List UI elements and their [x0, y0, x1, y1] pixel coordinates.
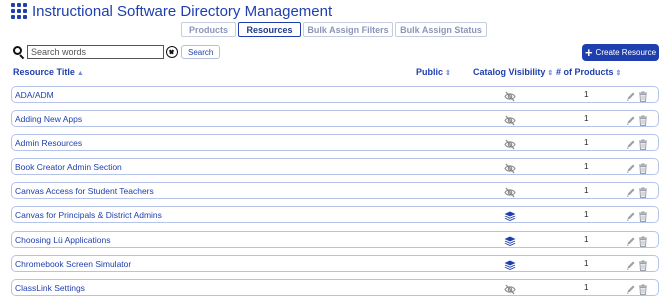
tab-resources[interactable]: Resources — [238, 22, 301, 37]
tab-bar: Products Resources Bulk Assign Filters B… — [181, 22, 489, 37]
pencil-icon[interactable] — [626, 258, 636, 270]
pencil-icon[interactable] — [626, 137, 636, 150]
tab-bulk-assign-status[interactable]: Bulk Assign Status — [395, 22, 487, 37]
eye-slash-icon — [504, 113, 516, 126]
column-header-products[interactable]: # of Products ⇕ — [556, 67, 621, 77]
plus-icon: + — [584, 45, 593, 60]
trash-icon[interactable] — [638, 209, 648, 223]
table-row: Book Creator Admin Section 1 — [11, 158, 659, 176]
resource-title-link[interactable]: Canvas Access for Student Teachers — [15, 186, 154, 196]
pencil-icon[interactable] — [626, 161, 636, 174]
column-title-label: Resource Title — [13, 67, 75, 77]
column-public-label: Public — [416, 67, 444, 77]
create-resource-button[interactable]: + Create Resource — [582, 44, 659, 61]
eye-slash-icon — [504, 89, 516, 102]
resource-title-link[interactable]: Book Creator Admin Section — [15, 162, 122, 172]
table-row: Canvas Access for Student Teachers 1 — [11, 182, 659, 200]
table-row: Canvas for Principals & District Admins 1 — [11, 206, 659, 224]
resource-title-link[interactable]: ClassLink Settings — [15, 283, 85, 293]
eye-slash-icon — [504, 282, 516, 295]
column-products-label: # of Products — [556, 67, 614, 77]
pencil-icon[interactable] — [626, 185, 636, 198]
sort-icon: ⇕ — [547, 70, 554, 77]
search-button[interactable]: Search — [181, 45, 221, 59]
column-header-resource-title[interactable]: Resource Title ▲ — [13, 67, 84, 77]
trash-icon[interactable] — [638, 234, 648, 247]
resource-title-link[interactable]: Choosing Lü Applications — [15, 235, 110, 245]
trash-icon[interactable] — [638, 137, 648, 151]
sort-ascending-icon: ▲ — [76, 70, 84, 77]
table-row: ClassLink Settings 1 — [11, 278, 659, 296]
tab-bulk-assign-filters[interactable]: Bulk Assign Filters — [303, 22, 393, 37]
column-header-catalog-visibility[interactable]: Catalog Visibility ⇕ — [473, 67, 553, 77]
trash-icon[interactable] — [638, 258, 648, 271]
layers-icon — [504, 234, 516, 246]
search-bar: Search — [13, 45, 221, 60]
app-grid-icon — [11, 3, 27, 19]
clear-search-icon[interactable] — [166, 46, 178, 58]
pencil-icon[interactable] — [626, 209, 636, 222]
product-count: 1 — [584, 162, 589, 172]
column-visibility-label: Catalog Visibility — [473, 67, 546, 77]
table-row: ADA/ADM 1 — [11, 86, 659, 103]
product-count: 1 — [584, 138, 589, 148]
table-row: Admin Resources 1 — [11, 134, 659, 152]
product-count: 1 — [584, 186, 589, 196]
table-row: Choosing Lü Applications 1 — [11, 230, 659, 248]
pencil-icon[interactable] — [626, 113, 636, 126]
product-count: 1 — [584, 114, 589, 124]
create-resource-label: Create Resource — [595, 48, 657, 57]
resource-title-link[interactable]: Adding New Apps — [15, 114, 82, 124]
product-count: 1 — [584, 210, 589, 220]
trash-icon[interactable] — [638, 185, 648, 199]
pencil-icon[interactable] — [626, 234, 636, 246]
layers-icon — [504, 209, 516, 222]
eye-slash-icon — [504, 185, 516, 198]
trash-icon[interactable] — [638, 282, 648, 295]
resource-title-link[interactable]: ADA/ADM — [15, 90, 54, 100]
eye-slash-icon — [504, 137, 516, 150]
search-input[interactable] — [27, 45, 164, 59]
resource-title-link[interactable]: Chromebook Screen Simulator — [15, 259, 131, 269]
table-row: Adding New Apps 1 — [11, 110, 659, 128]
resource-table: ADA/ADM 1 Adding New Apps 1 Admin Resources 1… — [11, 86, 659, 301]
pencil-icon[interactable] — [626, 282, 636, 294]
trash-icon[interactable] — [638, 161, 648, 175]
eye-slash-icon — [504, 161, 516, 174]
layers-icon — [504, 258, 516, 270]
product-count: 1 — [584, 258, 589, 268]
product-count: 1 — [584, 234, 589, 244]
trash-icon[interactable] — [638, 113, 648, 127]
resource-title-link[interactable]: Canvas for Principals & District Admins — [15, 210, 162, 220]
product-count: 1 — [584, 282, 589, 292]
column-header-public[interactable]: Public ⇕ — [416, 67, 451, 77]
sort-icon: ⇕ — [615, 70, 622, 77]
trash-icon[interactable] — [638, 89, 648, 102]
sort-icon: ⇕ — [445, 70, 451, 77]
search-icon — [13, 46, 25, 60]
tab-products[interactable]: Products — [181, 22, 236, 37]
resource-title-link[interactable]: Admin Resources — [15, 138, 82, 148]
table-row: Chromebook Screen Simulator 1 — [11, 254, 659, 272]
page-title: Instructional Software Directory Managem… — [32, 2, 333, 20]
product-count: 1 — [584, 90, 589, 99]
pencil-icon[interactable] — [626, 89, 636, 101]
app-header: Instructional Software Directory Managem… — [11, 2, 332, 20]
